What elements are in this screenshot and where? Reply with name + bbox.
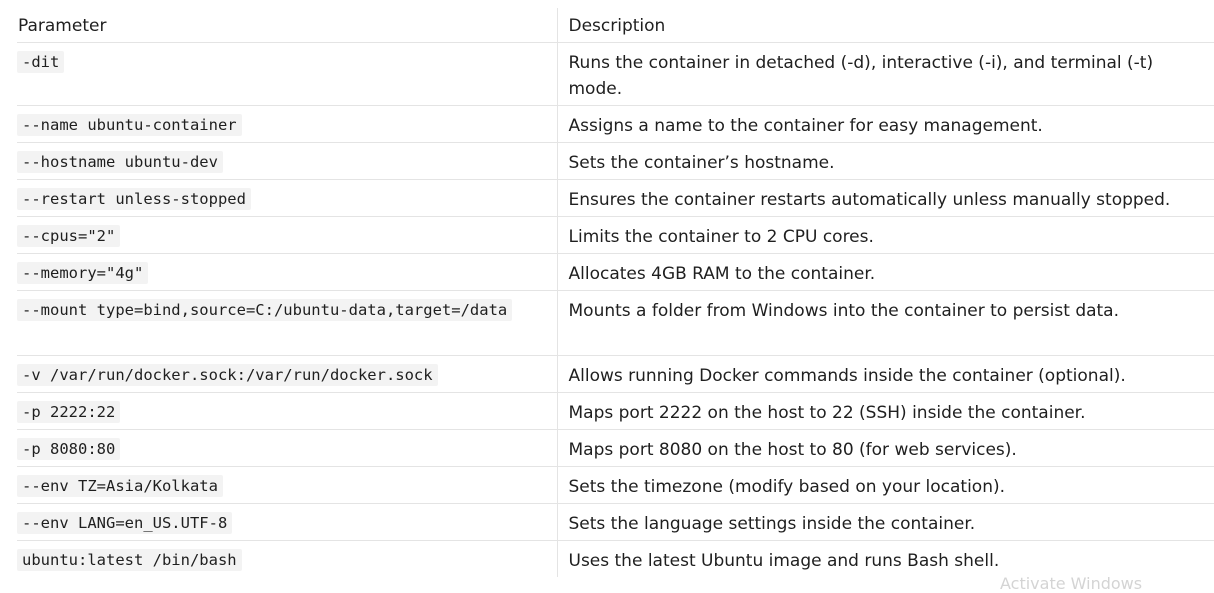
param-code: --env TZ=Asia/Kolkata	[17, 474, 223, 497]
param-cell: --cpus="2"	[17, 216, 557, 254]
table-row: --name ubuntu-container Assigns a name t…	[17, 105, 1214, 143]
parameters-table-container: Parameter Description -dit Runs the cont…	[17, 8, 1214, 577]
table-row: -dit Runs the container in detached (-d)…	[17, 42, 1214, 106]
description-cell: Limits the container to 2 CPU cores.	[556, 216, 1214, 254]
param-cell: -p 8080:80	[17, 429, 557, 467]
description-cell: Allocates 4GB RAM to the container.	[556, 253, 1214, 291]
table-row: --env LANG=en_US.UTF-8 Sets the language…	[17, 503, 1214, 541]
table-row: ubuntu:latest /bin/bash Uses the latest …	[17, 540, 1214, 577]
param-cell: --env LANG=en_US.UTF-8	[17, 503, 557, 541]
table-row: --hostname ubuntu-dev Sets the container…	[17, 142, 1214, 180]
table-row: --memory="4g" Allocates 4GB RAM to the c…	[17, 253, 1214, 291]
param-code: --mount type=bind,source=C:/ubuntu-data,…	[17, 298, 513, 321]
description-cell: Maps port 2222 on the host to 22 (SSH) i…	[556, 392, 1214, 430]
param-cell: --mount type=bind,source=C:/ubuntu-data,…	[17, 290, 557, 356]
param-code: --memory="4g"	[17, 261, 149, 284]
table-row: --cpus="2" Limits the container to 2 CPU…	[17, 216, 1214, 254]
table-row: --restart unless-stopped Ensures the con…	[17, 179, 1214, 217]
description-cell: Sets the timezone (modify based on your …	[556, 466, 1214, 504]
table-row: -p 2222:22 Maps port 2222 on the host to…	[17, 392, 1214, 430]
table-row: -v /var/run/docker.sock:/var/run/docker.…	[17, 355, 1214, 393]
param-cell: --name ubuntu-container	[17, 105, 557, 143]
description-cell: Sets the language settings inside the co…	[556, 503, 1214, 541]
windows-activation-watermark: Activate Windows	[1000, 574, 1143, 593]
param-cell: ubuntu:latest /bin/bash	[17, 540, 557, 577]
param-code: -dit	[17, 50, 65, 73]
description-cell: Uses the latest Ubuntu image and runs Ba…	[556, 540, 1214, 577]
param-cell: -v /var/run/docker.sock:/var/run/docker.…	[17, 355, 557, 393]
description-cell: Runs the container in detached (-d), int…	[556, 42, 1214, 106]
description-cell: Sets the container’s hostname.	[556, 142, 1214, 180]
description-cell: Ensures the container restarts automatic…	[556, 179, 1214, 217]
header-parameter: Parameter	[17, 8, 557, 43]
param-code: ubuntu:latest /bin/bash	[17, 548, 242, 571]
param-cell: --env TZ=Asia/Kolkata	[17, 466, 557, 504]
description-cell: Assigns a name to the container for easy…	[556, 105, 1214, 143]
param-code: -p 2222:22	[17, 400, 121, 423]
param-cell: --restart unless-stopped	[17, 179, 557, 217]
description-cell: Maps port 8080 on the host to 80 (for we…	[556, 429, 1214, 467]
param-code: -p 8080:80	[17, 437, 121, 460]
description-cell: Mounts a folder from Windows into the co…	[556, 290, 1214, 356]
param-code: --name ubuntu-container	[17, 113, 242, 136]
param-code: -v /var/run/docker.sock:/var/run/docker.…	[17, 363, 438, 386]
description-cell: Allows running Docker commands inside th…	[556, 355, 1214, 393]
param-cell: --memory="4g"	[17, 253, 557, 291]
param-code: --cpus="2"	[17, 224, 121, 247]
table-row: --mount type=bind,source=C:/ubuntu-data,…	[17, 290, 1214, 356]
header-description: Description	[556, 8, 1214, 43]
param-cell: --hostname ubuntu-dev	[17, 142, 557, 180]
param-code: --restart unless-stopped	[17, 187, 251, 210]
param-code: --hostname ubuntu-dev	[17, 150, 223, 173]
param-cell: -p 2222:22	[17, 392, 557, 430]
param-code: --env LANG=en_US.UTF-8	[17, 511, 233, 534]
table-row: -p 8080:80 Maps port 8080 on the host to…	[17, 429, 1214, 467]
table-header-row: Parameter Description	[17, 8, 1214, 43]
table-row: --env TZ=Asia/Kolkata Sets the timezone …	[17, 466, 1214, 504]
parameters-table: Parameter Description -dit Runs the cont…	[17, 8, 1214, 577]
param-cell: -dit	[17, 42, 557, 106]
